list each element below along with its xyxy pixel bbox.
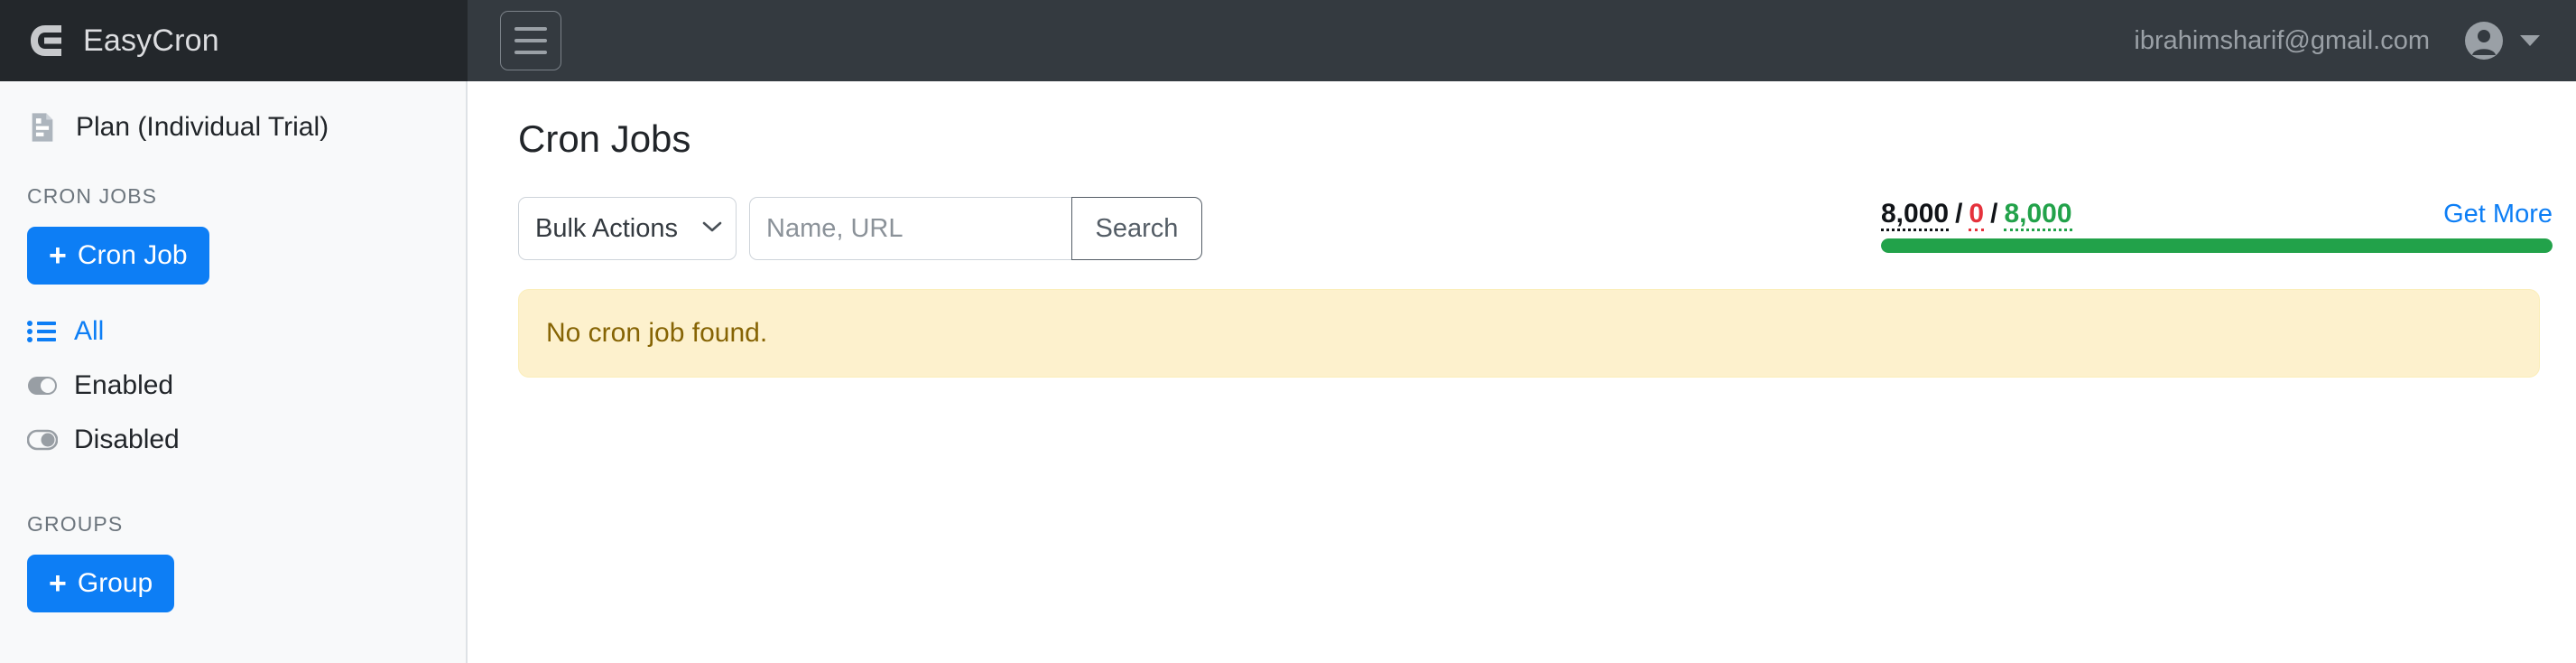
hamburger-bar	[514, 51, 547, 54]
sidebar-item-all-label: All	[74, 316, 105, 346]
header-right-area: ibrahimsharif@gmail.com	[468, 0, 2576, 81]
plus-icon: +	[49, 566, 67, 601]
hamburger-bar	[514, 39, 547, 42]
search-button[interactable]: Search	[1070, 197, 1203, 260]
user-email-label: ibrahimsharif@gmail.com	[2134, 25, 2430, 55]
sidebar-item-enabled-label: Enabled	[74, 370, 174, 400]
cron-jobs-toolbar: Bulk Actions Search 8,000/0/8,000 Get Mo…	[518, 197, 2553, 260]
main-content: Cron Jobs Bulk Actions Search 8,000/0/8,…	[468, 81, 2576, 663]
no-results-alert: No cron job found.	[518, 289, 2540, 378]
quota-progress-fill	[1881, 238, 2553, 253]
toggle-on-icon	[28, 377, 57, 395]
top-header-bar: EasyCron ibrahimsharif@gmail.com	[0, 0, 2576, 81]
file-invoice-icon	[32, 113, 53, 142]
sidebar-section-groups: GROUPS + Group	[27, 512, 466, 612]
quota-numbers: 8,000/0/8,000	[1881, 199, 2072, 231]
brand-name: EasyCron	[83, 23, 219, 58]
easycron-c-logo-icon	[31, 25, 61, 56]
add-cron-job-label: Cron Job	[77, 240, 188, 270]
quota-header-row: 8,000/0/8,000 Get More	[1881, 199, 2553, 231]
quota-total: 8,000	[1881, 199, 1950, 231]
sidebar-item-all[interactable]: All	[27, 304, 466, 359]
user-circle-icon[interactable]	[2464, 21, 2504, 61]
quota-remaining: 8,000	[2004, 199, 2072, 231]
sidebar-item-enabled[interactable]: Enabled	[27, 359, 466, 413]
add-group-label: Group	[77, 568, 153, 598]
quota-widget: 8,000/0/8,000 Get More	[1881, 197, 2553, 253]
add-cron-job-button[interactable]: + Cron Job	[27, 227, 209, 285]
page-shell: Plan (Individual Trial) CRON JOBS + Cron…	[0, 81, 2576, 663]
get-more-link[interactable]: Get More	[2443, 200, 2553, 229]
quota-separator: /	[1990, 199, 1998, 229]
hamburger-bar	[514, 27, 547, 31]
list-ul-icon	[27, 321, 56, 342]
plan-label: Plan (Individual Trial)	[76, 112, 329, 142]
hamburger-icon[interactable]	[500, 11, 561, 70]
sidebar-item-disabled[interactable]: Disabled	[27, 413, 466, 467]
sidebar-section-groups-title: GROUPS	[27, 512, 124, 536]
sidebar-nav-list: All Enabled Disabled	[27, 304, 466, 467]
bulk-action-select-wrapper: Bulk Actions	[518, 197, 737, 260]
sidebar-item-disabled-label: Disabled	[74, 425, 180, 454]
no-results-alert-text: No cron job found.	[546, 318, 768, 348]
plus-icon: +	[49, 238, 67, 273]
bulk-action-select[interactable]: Bulk Actions	[518, 197, 737, 260]
sidebar: Plan (Individual Trial) CRON JOBS + Cron…	[0, 81, 468, 663]
caret-down-icon[interactable]	[2520, 35, 2540, 46]
add-group-button[interactable]: + Group	[27, 555, 175, 612]
quota-separator: /	[1955, 199, 1963, 229]
quota-used: 0	[1969, 199, 1985, 231]
sidebar-item-plan[interactable]: Plan (Individual Trial)	[27, 112, 466, 143]
search-input[interactable]	[749, 197, 1072, 260]
toggle-off-icon	[27, 429, 58, 451]
brand-area[interactable]: EasyCron	[0, 0, 468, 81]
page-title: Cron Jobs	[518, 117, 691, 160]
quota-progress-bar	[1881, 238, 2553, 253]
sidebar-section-cron-jobs-title: CRON JOBS	[27, 184, 158, 208]
